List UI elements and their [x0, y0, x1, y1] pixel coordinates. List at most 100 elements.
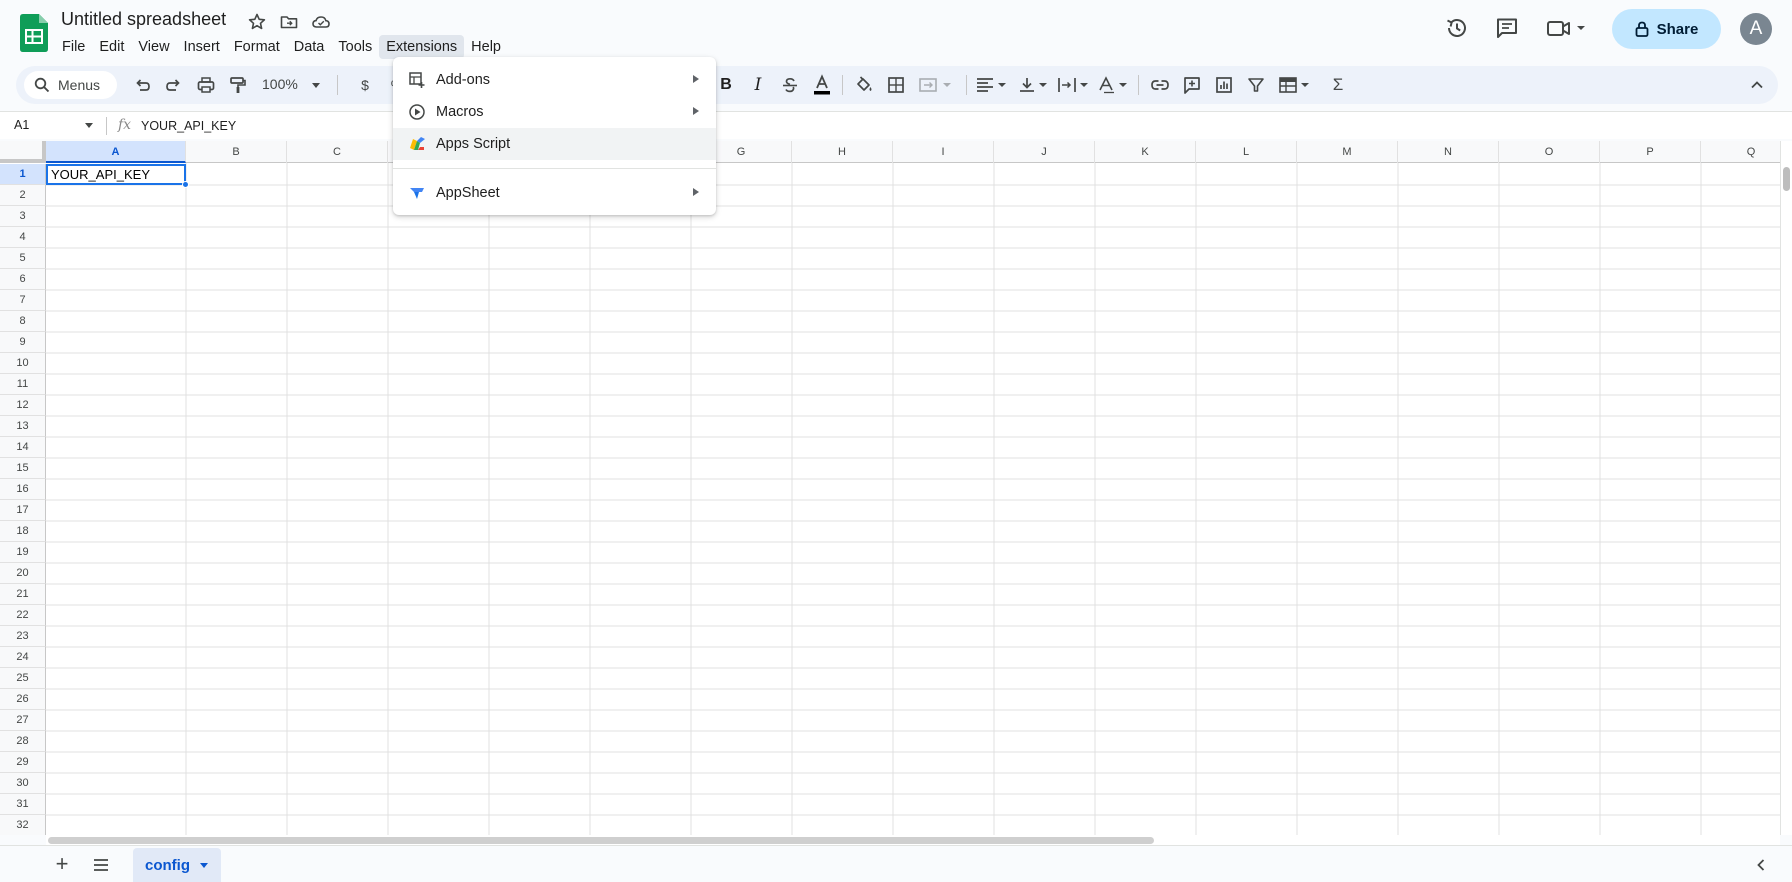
filter-icon[interactable]: [1246, 75, 1266, 95]
name-box[interactable]: A1: [14, 118, 29, 132]
row-header-13[interactable]: 13: [0, 416, 46, 437]
row-header-30[interactable]: 30: [0, 773, 46, 794]
row-header-21[interactable]: 21: [0, 584, 46, 605]
column-header-l[interactable]: L: [1196, 141, 1297, 163]
row-header-18[interactable]: 18: [0, 521, 46, 542]
menu-item-apps-script[interactable]: Apps Script: [393, 128, 716, 160]
account-avatar[interactable]: A: [1740, 13, 1772, 45]
menu-edit[interactable]: Edit: [92, 35, 131, 59]
column-header-k[interactable]: K: [1095, 141, 1196, 163]
formula-input[interactable]: YOUR_API_KEY: [141, 119, 236, 133]
row-header-15[interactable]: 15: [0, 458, 46, 479]
column-header-q[interactable]: Q: [1701, 141, 1780, 163]
horizontal-scroll-thumb[interactable]: [48, 837, 1154, 844]
sheets-logo-icon[interactable]: [20, 14, 48, 52]
menu-help[interactable]: Help: [464, 35, 508, 59]
menu-data[interactable]: Data: [287, 35, 332, 59]
side-panel-toggle-icon[interactable]: [1752, 856, 1770, 874]
row-header-3[interactable]: 3: [0, 206, 46, 227]
text-wrapping-icon[interactable]: [1056, 75, 1092, 95]
column-header-j[interactable]: J: [994, 141, 1095, 163]
row-header-1[interactable]: 1: [0, 164, 46, 185]
spreadsheet-grid[interactable]: ABCDEFGHIJKLMNOPQ 1234567891011121314151…: [0, 141, 1780, 835]
insert-link-icon[interactable]: [1150, 75, 1170, 95]
menu-item-appsheet[interactable]: AppSheet: [393, 177, 716, 209]
column-header-c[interactable]: C: [287, 141, 388, 163]
row-header-25[interactable]: 25: [0, 668, 46, 689]
fill-color-icon[interactable]: [854, 75, 874, 95]
text-rotation-icon[interactable]: [1096, 75, 1132, 95]
move-folder-icon[interactable]: [279, 12, 299, 32]
row-header-26[interactable]: 26: [0, 689, 46, 710]
row-header-11[interactable]: 11: [0, 374, 46, 395]
row-header-31[interactable]: 31: [0, 794, 46, 815]
vertical-scrollbar[interactable]: [1780, 141, 1792, 835]
menu-file[interactable]: File: [55, 35, 92, 59]
row-header-22[interactable]: 22: [0, 605, 46, 626]
row-header-28[interactable]: 28: [0, 731, 46, 752]
paint-format-icon[interactable]: [228, 75, 248, 95]
menu-format[interactable]: Format: [227, 35, 287, 59]
row-header-5[interactable]: 5: [0, 248, 46, 269]
print-icon[interactable]: [196, 75, 216, 95]
column-header-i[interactable]: I: [893, 141, 994, 163]
row-header-12[interactable]: 12: [0, 395, 46, 416]
star-icon[interactable]: [247, 12, 267, 32]
menu-view[interactable]: View: [131, 35, 176, 59]
row-header-8[interactable]: 8: [0, 311, 46, 332]
horizontal-scrollbar[interactable]: [46, 835, 1780, 845]
menu-insert[interactable]: Insert: [177, 35, 227, 59]
sheet-tab-config[interactable]: config: [133, 848, 221, 882]
row-header-7[interactable]: 7: [0, 290, 46, 311]
row-header-24[interactable]: 24: [0, 647, 46, 668]
column-header-o[interactable]: O: [1499, 141, 1600, 163]
column-header-m[interactable]: M: [1297, 141, 1398, 163]
row-header-29[interactable]: 29: [0, 752, 46, 773]
name-box-dropdown-icon[interactable]: [85, 123, 93, 128]
redo-icon[interactable]: [164, 75, 184, 95]
text-color-icon[interactable]: [812, 74, 832, 95]
share-button[interactable]: Share: [1612, 9, 1721, 49]
row-header-27[interactable]: 27: [0, 710, 46, 731]
menu-item-add-ons[interactable]: Add-ons: [393, 64, 716, 96]
row-header-20[interactable]: 20: [0, 563, 46, 584]
row-header-14[interactable]: 14: [0, 437, 46, 458]
collapse-toolbar-icon[interactable]: [1747, 75, 1767, 95]
merge-cells-icon[interactable]: [918, 75, 954, 95]
menus-search-box[interactable]: Menus: [24, 71, 117, 99]
row-header-6[interactable]: 6: [0, 269, 46, 290]
column-header-p[interactable]: P: [1600, 141, 1701, 163]
menu-item-macros[interactable]: Macros: [393, 96, 716, 128]
horizontal-align-icon[interactable]: [974, 75, 1010, 95]
zoom-dropdown-icon[interactable]: [312, 83, 320, 88]
filter-views-icon[interactable]: [1278, 75, 1314, 95]
column-header-b[interactable]: B: [186, 141, 287, 163]
row-header-19[interactable]: 19: [0, 542, 46, 563]
undo-icon[interactable]: [132, 75, 152, 95]
insert-chart-icon[interactable]: [1214, 75, 1234, 95]
row-header-2[interactable]: 2: [0, 185, 46, 206]
cell-a1[interactable]: YOUR_API_KEY: [46, 164, 186, 185]
comments-icon[interactable]: [1493, 14, 1521, 42]
vertical-align-icon[interactable]: [1016, 75, 1052, 95]
insert-comment-icon[interactable]: [1182, 75, 1202, 95]
row-header-4[interactable]: 4: [0, 227, 46, 248]
vertical-scroll-thumb[interactable]: [1783, 167, 1790, 191]
row-header-10[interactable]: 10: [0, 353, 46, 374]
zoom-select[interactable]: 100%: [262, 76, 298, 92]
add-sheet-icon[interactable]: +: [50, 853, 74, 876]
document-title[interactable]: Untitled spreadsheet: [61, 9, 226, 30]
italic-button[interactable]: I: [748, 75, 768, 95]
functions-icon[interactable]: Σ: [1328, 75, 1348, 95]
menu-tools[interactable]: Tools: [331, 35, 379, 59]
version-history-icon[interactable]: [1443, 14, 1471, 42]
row-header-23[interactable]: 23: [0, 626, 46, 647]
row-header-32[interactable]: 32: [0, 815, 46, 835]
sheet-tab-dropdown-icon[interactable]: [200, 862, 208, 868]
row-header-9[interactable]: 9: [0, 332, 46, 353]
currency-format-button[interactable]: $: [355, 75, 375, 95]
bold-button[interactable]: B: [716, 75, 736, 95]
column-header-n[interactable]: N: [1398, 141, 1499, 163]
column-header-h[interactable]: H: [792, 141, 893, 163]
select-all-corner[interactable]: [0, 141, 46, 163]
